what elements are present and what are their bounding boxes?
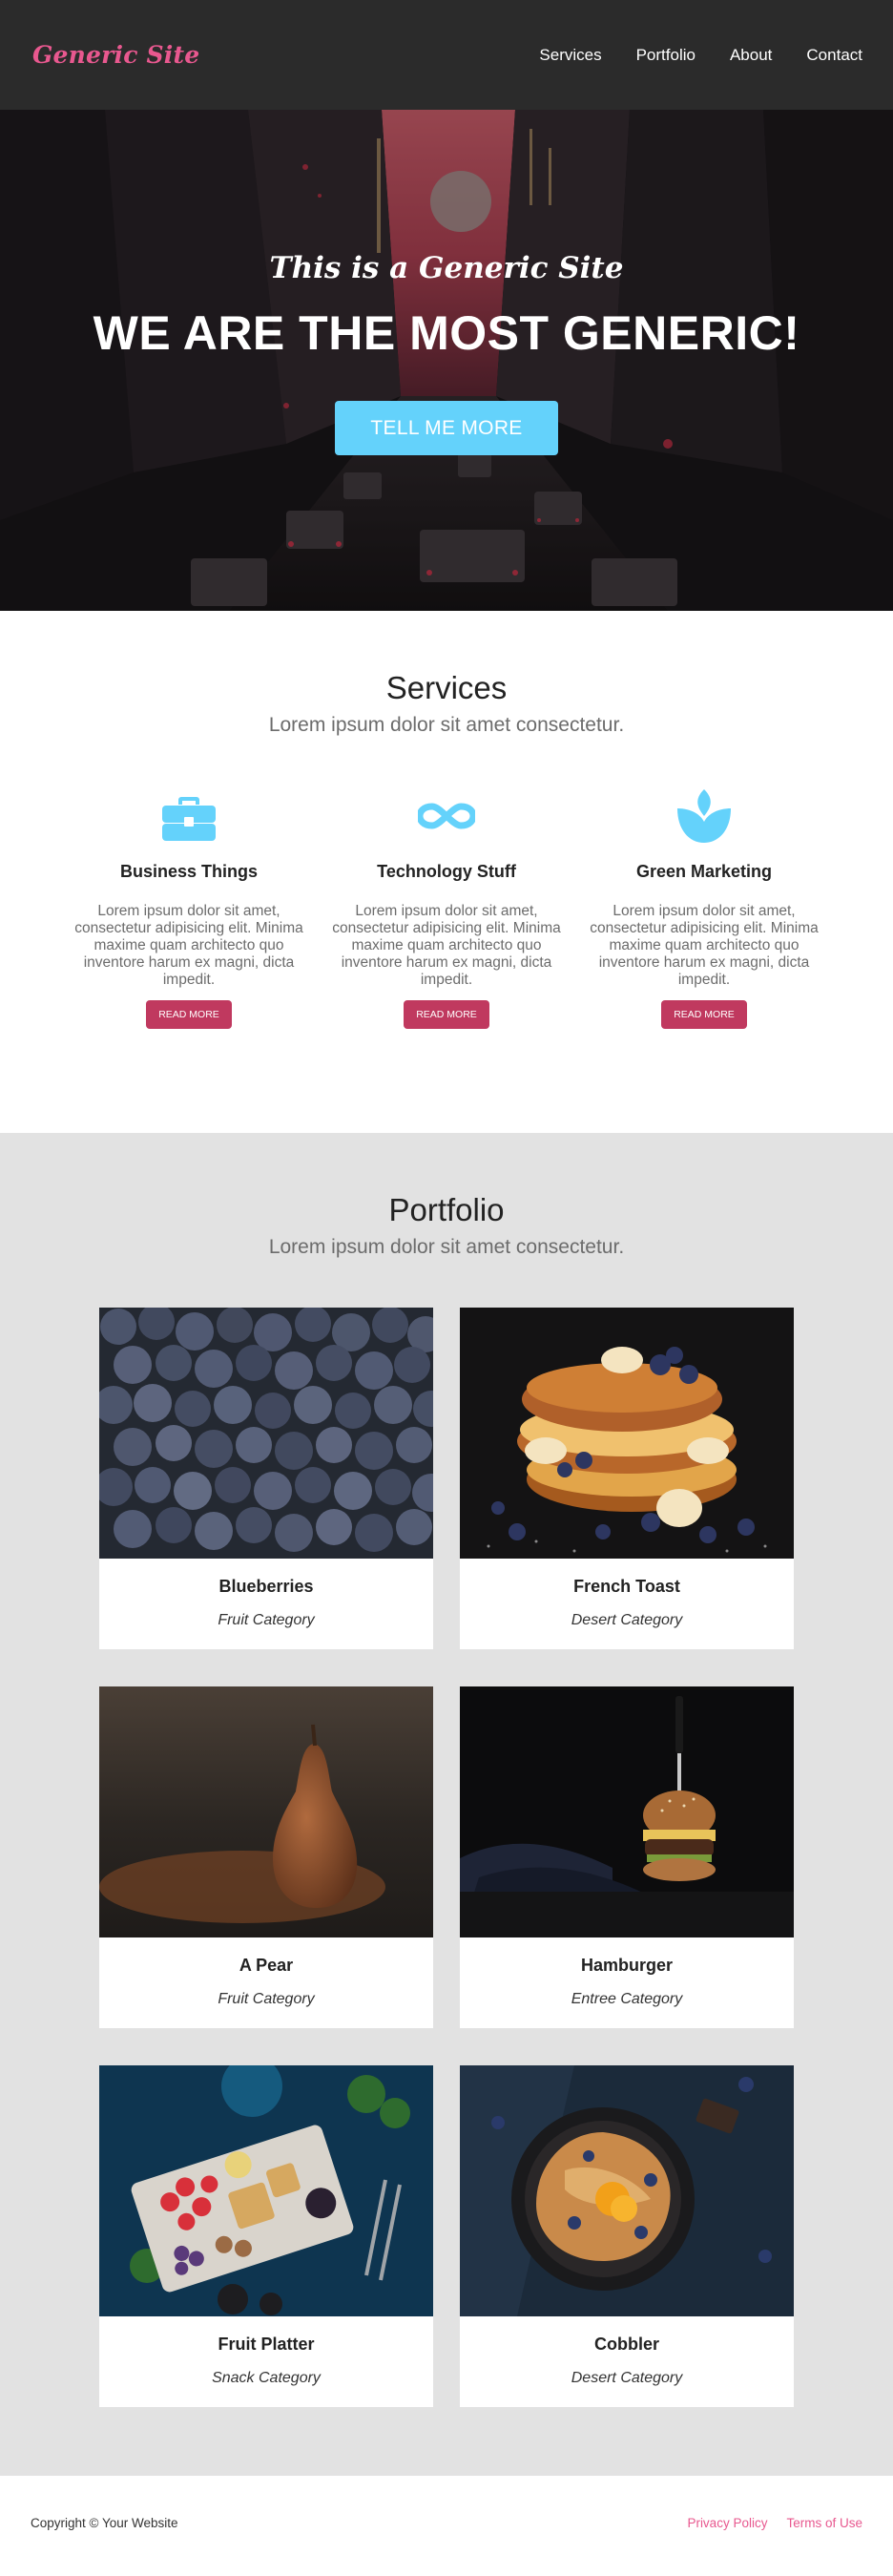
portfolio-item-category: Fruit Category	[218, 1612, 315, 1628]
portfolio-item-pear[interactable]: A Pear Fruit Category	[99, 1686, 433, 2028]
service-item-technology: Technology Stuff Lorem ipsum dolor sit a…	[332, 787, 561, 1036]
portfolio-item-french-toast[interactable]: French Toast Desert Category	[460, 1308, 794, 1649]
portfolio-subtitle: Lorem ipsum dolor sit amet consectetur.	[268, 1236, 625, 1258]
services-title: Services	[385, 670, 508, 705]
terms-of-use-link[interactable]: Terms of Use	[786, 2516, 862, 2530]
portfolio-item-title: A Pear	[239, 1956, 294, 1975]
cobbler-image	[460, 2065, 794, 2316]
service-item-business: Business Things Lorem ipsum dolor sit am…	[74, 787, 303, 1036]
service-title: Business Things	[119, 862, 259, 881]
service-description: Lorem ipsum dolor sit amet, consectetur …	[74, 903, 303, 988]
footer-links: Privacy Policy Terms of Use	[687, 2516, 862, 2530]
portfolio-title: Portfolio	[388, 1192, 505, 1227]
nav-links: Services Portfolio About Contact	[505, 46, 862, 65]
hamburger-image	[460, 1686, 794, 1937]
portfolio-item-title: Hamburger	[580, 1956, 674, 1975]
fruit-platter-image	[99, 2065, 433, 2316]
nav-link-portfolio[interactable]: Portfolio	[636, 46, 696, 65]
portfolio-item-category: Entree Category	[571, 1991, 683, 2007]
french-toast-image	[460, 1308, 794, 1559]
infinity-icon	[418, 803, 475, 829]
brand-logo[interactable]: Generic Site	[32, 41, 199, 69]
portfolio-item-category: Fruit Category	[218, 1991, 315, 2007]
hero-title: WE ARE THE MOST GENERIC!	[93, 306, 800, 360]
service-title: Green Marketing	[635, 862, 773, 881]
portfolio-item-blueberries[interactable]: Blueberries Fruit Category	[99, 1308, 433, 1649]
portfolio-item-category: Snack Category	[212, 2370, 321, 2386]
portfolio-item-title: Blueberries	[218, 1577, 314, 1596]
portfolio-item-cobbler[interactable]: Cobbler Desert Category	[460, 2065, 794, 2407]
nav-link-services[interactable]: Services	[539, 46, 601, 65]
leaf-icon	[677, 789, 731, 843]
service-description: Lorem ipsum dolor sit amet, consectetur …	[590, 903, 819, 988]
services-section: Services Lorem ipsum dolor sit amet cons…	[0, 611, 893, 1133]
hero-subtitle: This is a Generic Site	[269, 251, 624, 285]
read-more-button[interactable]: READ MORE	[404, 1000, 489, 1029]
read-more-button[interactable]: READ MORE	[146, 1000, 232, 1029]
portfolio-item-title: Cobbler	[593, 2335, 659, 2354]
portfolio-item-category: Desert Category	[571, 1612, 683, 1628]
portfolio-item-hamburger[interactable]: Hamburger Entree Category	[460, 1686, 794, 2028]
briefcase-icon	[162, 797, 216, 841]
service-title: Technology Stuff	[377, 862, 516, 881]
nav-link-about[interactable]: About	[730, 46, 772, 65]
hero-section: This is a Generic Site WE ARE THE MOST G…	[0, 110, 893, 611]
read-more-button[interactable]: READ MORE	[661, 1000, 747, 1029]
service-item-green: Green Marketing Lorem ipsum dolor sit am…	[590, 787, 819, 1036]
services-subtitle: Lorem ipsum dolor sit amet consectetur.	[268, 714, 625, 736]
portfolio-item-title: Fruit Platter	[218, 2335, 315, 2354]
blueberries-image	[99, 1308, 433, 1559]
nav-link-contact[interactable]: Contact	[806, 46, 862, 65]
copyright-text: Copyright © Your Website	[31, 2516, 178, 2530]
portfolio-section: Portfolio Lorem ipsum dolor sit amet con…	[0, 1133, 893, 2476]
pear-image	[99, 1686, 433, 1937]
footer: Copyright © Your Website Privacy Policy …	[0, 2476, 893, 2576]
top-navbar: Generic Site Services Portfolio About Co…	[0, 0, 893, 110]
service-description: Lorem ipsum dolor sit amet, consectetur …	[332, 903, 561, 988]
tell-me-more-button[interactable]: TELL ME MORE	[335, 401, 558, 455]
portfolio-item-category: Desert Category	[571, 2370, 683, 2386]
portfolio-item-title: French Toast	[573, 1577, 680, 1596]
portfolio-item-fruit-platter[interactable]: Fruit Platter Snack Category	[99, 2065, 433, 2407]
privacy-policy-link[interactable]: Privacy Policy	[687, 2516, 767, 2530]
